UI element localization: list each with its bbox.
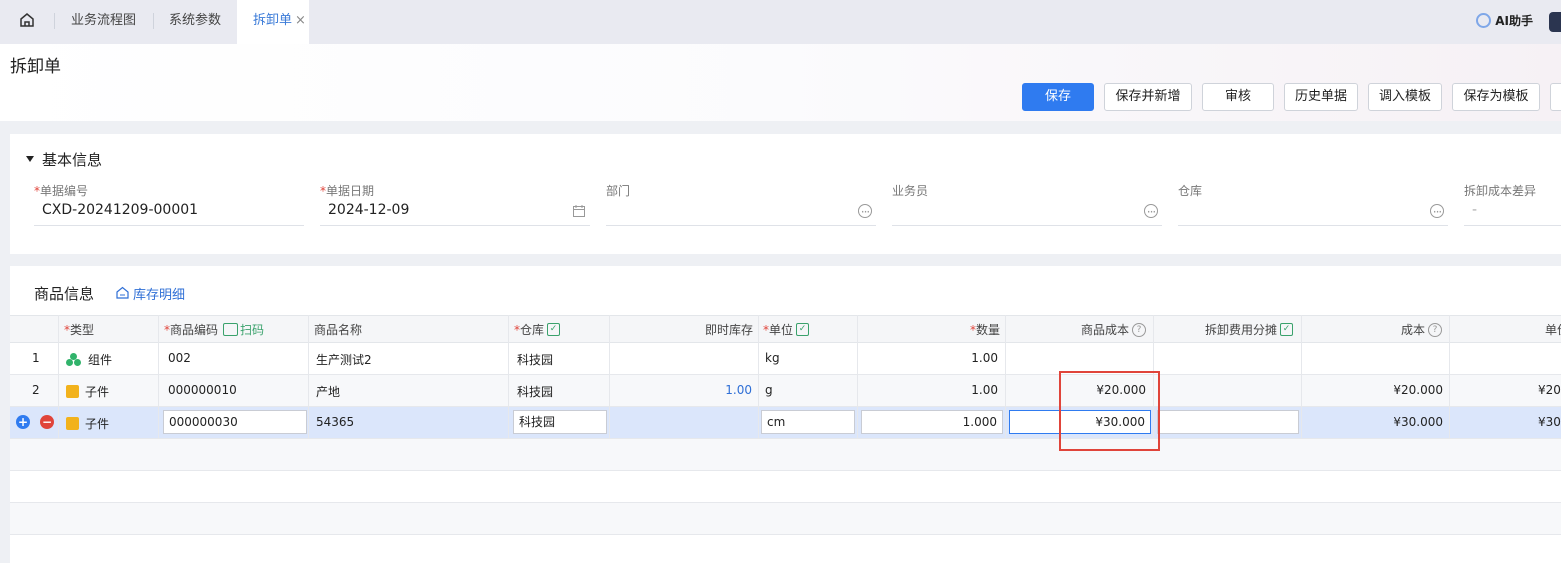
- warehouse-input[interactable]: 科技园: [513, 410, 607, 434]
- code-cell[interactable]: 002: [168, 351, 191, 365]
- save-as-template-button[interactable]: 保存为模板: [1452, 83, 1540, 111]
- table-row-empty[interactable]: [10, 439, 1561, 471]
- col-warehouse: *仓库 ✓: [514, 321, 561, 338]
- more-options-icon[interactable]: ···: [1430, 204, 1444, 219]
- goods-title: 商品信息: [34, 285, 95, 303]
- import-template-button[interactable]: 调入模板: [1368, 83, 1442, 111]
- code-cell[interactable]: 000000010: [168, 383, 237, 397]
- col-unit-price: 单价: [1545, 323, 1561, 337]
- total-cost-cell: ¥30.000: [1393, 415, 1443, 429]
- house-icon: [116, 286, 129, 303]
- col-qty: *数量: [970, 323, 1001, 337]
- scan-button[interactable]: 扫码: [223, 321, 264, 338]
- tab-business-flow[interactable]: 业务流程图: [71, 0, 136, 44]
- col-total-cost: 成本?: [1401, 321, 1443, 338]
- col-code: *商品编码: [164, 323, 219, 337]
- warehouse-cell[interactable]: 科技园: [517, 351, 553, 368]
- unit-cell[interactable]: kg: [765, 351, 780, 365]
- stock-detail-link[interactable]: 库存明细: [116, 284, 185, 304]
- save-and-new-button[interactable]: 保存并新增: [1104, 83, 1192, 111]
- cube-icon: [66, 417, 79, 430]
- audit-button[interactable]: 审核: [1202, 83, 1274, 111]
- type-cell: 组件: [66, 351, 112, 368]
- qty-input[interactable]: 1.000: [861, 410, 1003, 434]
- doc-number-field[interactable]: *单据编号 CXD-20241209-00001: [34, 180, 304, 226]
- name-cell: 生产测试2: [316, 353, 372, 367]
- table-row-selected[interactable]: + − 子件 000000030 54365 科技园 cm 1.000 ¥30.…: [10, 407, 1561, 439]
- table-row-empty[interactable]: [10, 503, 1561, 535]
- checkbox-icon[interactable]: ✓: [796, 323, 810, 336]
- row-number: 1: [32, 351, 40, 365]
- table-row[interactable]: 2 子件 000000010 产地 科技园 1.00 g 1.00 ¥20.00…: [10, 375, 1561, 407]
- table-row-empty[interactable]: [10, 471, 1561, 503]
- col-unit: *单位 ✓: [763, 321, 810, 338]
- salesperson-field[interactable]: 业务员 ···: [892, 180, 1162, 226]
- row-number: 2: [32, 383, 40, 397]
- cube-icon: [66, 385, 79, 398]
- unit-price-cell: ¥30: [1538, 415, 1561, 429]
- unit-price-cell: ¥20: [1538, 383, 1561, 397]
- more-options-icon[interactable]: ···: [858, 204, 872, 219]
- col-name: 商品名称: [314, 323, 363, 337]
- name-cell: 54365: [316, 415, 355, 429]
- help-icon[interactable]: ?: [1428, 322, 1443, 337]
- history-button[interactable]: 历史单据: [1284, 83, 1358, 111]
- user-avatar[interactable]: [1549, 12, 1561, 32]
- more-button[interactable]: [1550, 83, 1561, 111]
- col-cost: 商品成本?: [1081, 321, 1147, 338]
- calendar-icon[interactable]: [572, 204, 586, 218]
- add-row-icon[interactable]: +: [16, 415, 30, 429]
- type-cell: 子件: [66, 415, 109, 432]
- table-row[interactable]: 1 组件 002 生产测试2 科技园 kg 1.00: [10, 343, 1561, 375]
- name-cell: 产地: [316, 385, 341, 399]
- checkbox-icon[interactable]: ✓: [1280, 323, 1294, 336]
- total-cost-cell: ¥20.000: [1393, 383, 1443, 397]
- page-title: 拆卸单: [10, 57, 61, 77]
- ai-icon: [1476, 13, 1492, 28]
- doc-date-field[interactable]: *单据日期 2024-12-09: [320, 180, 590, 226]
- ai-assistant-label: AI助手: [1495, 14, 1533, 28]
- warehouse-field[interactable]: 仓库 ···: [1178, 180, 1448, 226]
- qty-cell[interactable]: 1.00: [910, 383, 998, 397]
- unit-cell[interactable]: g: [765, 383, 773, 397]
- home-icon[interactable]: [19, 12, 35, 28]
- split-fee-input[interactable]: [1157, 410, 1299, 434]
- stock-cell[interactable]: 1.00: [710, 383, 752, 397]
- top-tab-bar: [0, 0, 1561, 44]
- cost-diff-field: 拆卸成本差异 -: [1464, 180, 1561, 226]
- basic-info-title[interactable]: 基本信息: [26, 149, 102, 170]
- more-options-icon[interactable]: ···: [1144, 204, 1158, 219]
- checkbox-icon[interactable]: ✓: [547, 323, 561, 336]
- table-row-empty[interactable]: [10, 535, 1561, 563]
- qty-cell[interactable]: 1.00: [910, 351, 998, 365]
- tab-disassembly[interactable]: 拆卸单 ×: [237, 0, 309, 44]
- delete-row-icon[interactable]: −: [40, 415, 54, 429]
- ai-assistant-button[interactable]: AI助手: [1476, 12, 1533, 29]
- scan-icon: [223, 323, 238, 336]
- type-cell: 子件: [66, 383, 109, 400]
- tab-system-params[interactable]: 系统参数: [169, 0, 221, 44]
- save-button[interactable]: 保存: [1022, 83, 1094, 111]
- department-field[interactable]: 部门 ···: [606, 180, 876, 226]
- group-icon: [66, 353, 82, 366]
- highlight-box: [1059, 371, 1160, 451]
- col-split-fee: 拆卸费用分摊 ✓: [1205, 321, 1294, 338]
- collapse-icon: [26, 155, 34, 162]
- unit-input[interactable]: cm: [761, 410, 855, 434]
- warehouse-cell[interactable]: 科技园: [517, 383, 553, 400]
- code-input[interactable]: 000000030: [163, 410, 307, 434]
- col-stock: 即时库存: [705, 323, 754, 337]
- col-type: *类型: [64, 323, 95, 337]
- close-tab-icon[interactable]: ×: [295, 13, 306, 28]
- help-icon[interactable]: ?: [1132, 322, 1147, 337]
